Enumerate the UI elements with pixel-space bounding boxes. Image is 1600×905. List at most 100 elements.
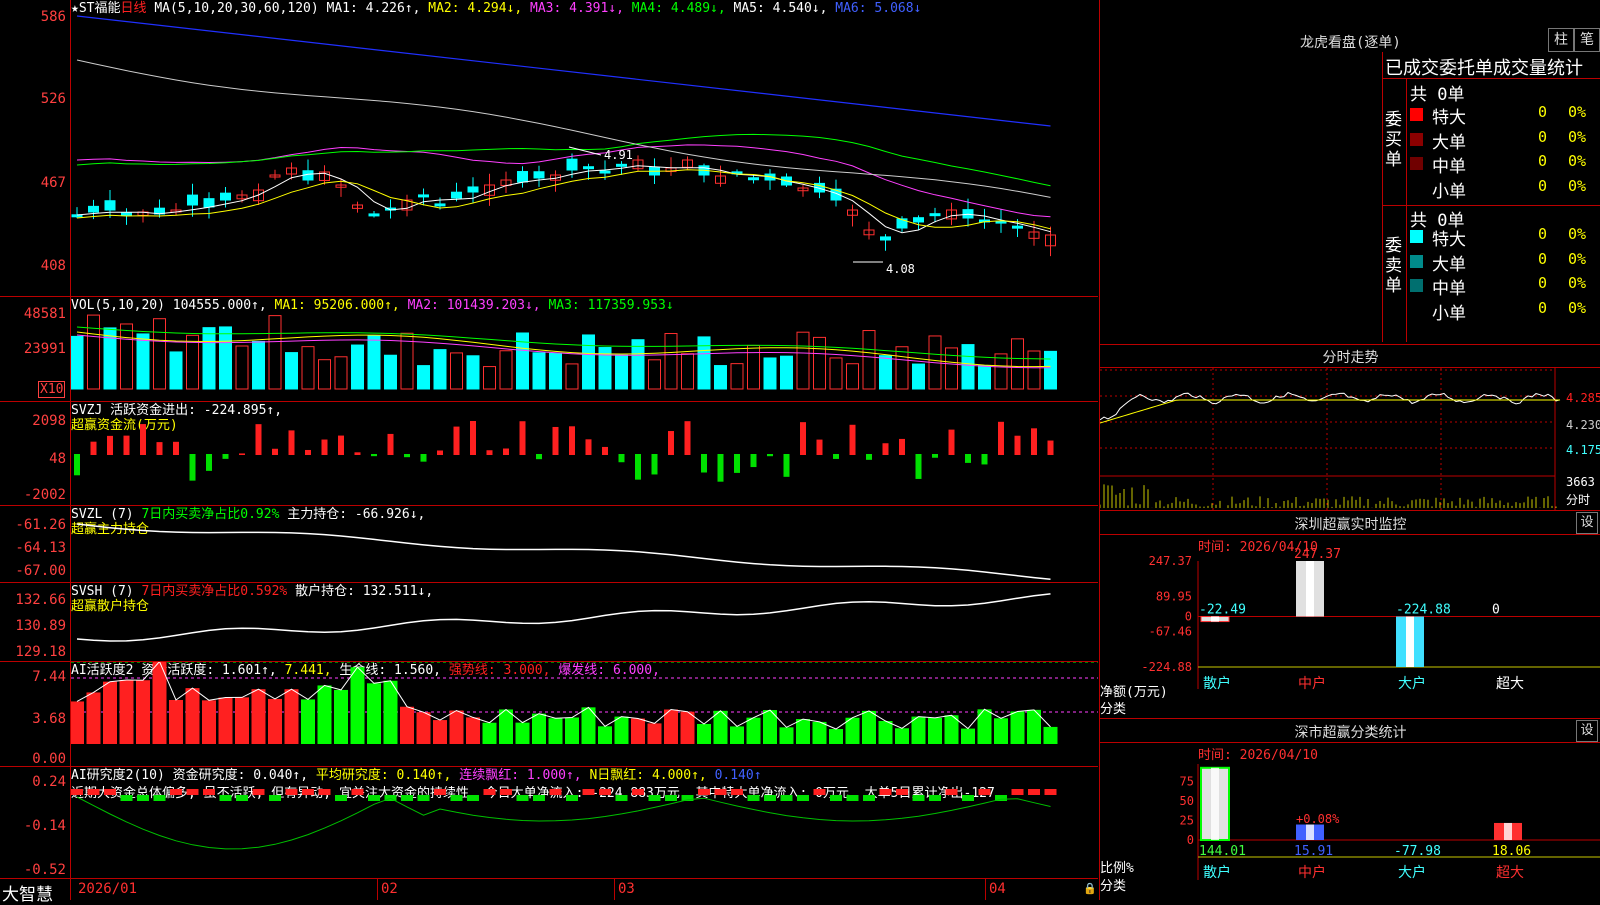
svzj-y-axis: 2098 48 -2002 [0, 402, 71, 505]
ai1-ytick: 0.00 [32, 751, 66, 767]
order-type: 特大 [1432, 230, 1466, 250]
svsh-chart[interactable] [71, 583, 1098, 661]
activity-bar [71, 701, 84, 744]
volume-chart[interactable] [71, 297, 1098, 401]
research-bar [285, 789, 298, 795]
order-count: 0 [1538, 103, 1548, 121]
minute-vol-unit: 分时 [1566, 493, 1591, 507]
bar-mode-button[interactable]: 柱 [1548, 28, 1574, 52]
volume-bar [202, 327, 216, 390]
classify-value-label: -77.98 [1394, 844, 1441, 859]
research-bar [483, 789, 496, 795]
svzj-ytick: -2002 [23, 487, 66, 503]
flow-bar [156, 442, 163, 455]
date-tick: 03 [618, 881, 635, 897]
flow-bar [536, 454, 542, 460]
volume-bar [796, 331, 810, 390]
order-type: 小单 [1432, 181, 1466, 202]
flow-bar [222, 454, 229, 459]
kline-ytick: 526 [40, 91, 66, 107]
flow-bar [734, 454, 740, 473]
flow-bar [354, 452, 361, 455]
volume-bar [631, 339, 645, 390]
activity-bar [367, 683, 381, 744]
activity-bar [334, 689, 348, 744]
volume-bar [252, 340, 265, 390]
flow-bar [833, 454, 839, 459]
monitor-value-label: 0 [1492, 603, 1500, 618]
svzj-chart[interactable] [71, 402, 1098, 505]
flow-bar [651, 454, 658, 475]
activity-bar [845, 717, 860, 744]
volume-bar [829, 357, 843, 390]
classify-y-label: 比例% [1100, 861, 1134, 876]
research-bar [665, 795, 677, 801]
order-count: 0 [1538, 225, 1548, 243]
classify-ytick: 0 [1187, 833, 1194, 847]
volume-pane[interactable]: 48581 23991 X10 VOL(5,10,20) 104555.000↑… [0, 297, 1098, 402]
ai-research-chart[interactable] [71, 767, 1098, 878]
vol-ytick: 23991 [23, 341, 66, 357]
classify-bar-highlight [1306, 824, 1314, 840]
ai-research-pane[interactable]: 0.24 -0.14 -0.52 AI研究度2(10) 资金研究度: 0.040… [0, 767, 1098, 879]
flow-bar [717, 454, 724, 482]
tick-mode-button[interactable]: 笔 [1574, 28, 1600, 52]
svzl-ytick: -61.26 [15, 517, 66, 533]
research-bar [318, 789, 331, 795]
minute-chart[interactable] [1100, 368, 1600, 510]
kline-pane[interactable]: 586 526 467 408 ★ST福能日线 MA(5,10,20,30,60… [0, 0, 1098, 297]
volume-bar [186, 334, 199, 390]
flow-bar [1031, 428, 1037, 455]
candle-body [418, 194, 429, 198]
volume-bar [433, 349, 447, 390]
svsh-pane[interactable]: 132.66 130.89 129.18 SVSH (7) 7日内买卖净占比0.… [0, 583, 1098, 662]
candle-body [599, 170, 611, 174]
volume-bar [351, 344, 364, 390]
kline-chart[interactable] [71, 0, 1098, 296]
flow-bar [899, 438, 905, 455]
activity-bar [103, 681, 117, 744]
brand-logo: 大智慧 [2, 885, 53, 905]
research-bar [236, 795, 248, 801]
ai-activity-chart[interactable] [71, 662, 1098, 766]
svzl-chart[interactable] [71, 506, 1098, 582]
activity-bar [466, 717, 480, 744]
flow-bar [602, 446, 608, 455]
research-bar [153, 795, 166, 801]
monitor-chart: 247.3789.950-67.46-224.88-22.49散户247.37中… [1141, 547, 1600, 692]
volume-bar [483, 366, 496, 390]
activity-bar [515, 722, 530, 744]
candle-body [880, 236, 891, 241]
volume-bar [71, 335, 84, 390]
classify-category: 中户 [1298, 864, 1326, 881]
monitor-value-label: -22.49 [1199, 603, 1246, 618]
activity-bar [928, 717, 942, 744]
classify-ytick: 25 [1180, 813, 1194, 827]
research-bar [120, 795, 133, 801]
flow-bar [255, 424, 262, 455]
volume-bar [318, 359, 331, 390]
research-bar [879, 789, 892, 795]
vol-unit-badge: X10 [38, 381, 66, 398]
volume-bar [87, 314, 100, 390]
svzj-pane[interactable]: 2098 48 -2002 SVZJ 活跃资金进出: -224.895↑, 超赢… [0, 402, 1098, 506]
activity-bar [268, 698, 282, 744]
svzl-pane[interactable]: -61.26 -64.13 -67.00 SVZL (7) 7日内买卖净占比0.… [0, 506, 1098, 583]
volume-bar [961, 344, 975, 390]
activity-bar [119, 680, 134, 744]
monitor-ytick: -67.46 [1149, 625, 1192, 639]
flow-bar [404, 454, 410, 458]
ai-activity-pane[interactable]: 7.44 3.68 0.00 AI活跃度2 资金活跃度: 1.601↑, 7.4… [0, 662, 1098, 767]
flow-bar [866, 454, 872, 460]
candle-body [368, 213, 380, 217]
activity-bar [961, 728, 975, 744]
activity-bar [565, 717, 579, 744]
activity-bar [796, 719, 810, 744]
lock-icon[interactable]: 🔒 [1083, 882, 1097, 895]
activity-bar [202, 700, 216, 744]
research-bar [797, 795, 809, 801]
minute-panel[interactable]: 分时走势 4.285 4.230 4.175 3663 分时 [1099, 345, 1600, 511]
minute-title: 分时走势 [1322, 350, 1379, 366]
buy-orders-label: 委买单 [1385, 110, 1402, 170]
ai1-ytick: 3.68 [32, 711, 66, 727]
